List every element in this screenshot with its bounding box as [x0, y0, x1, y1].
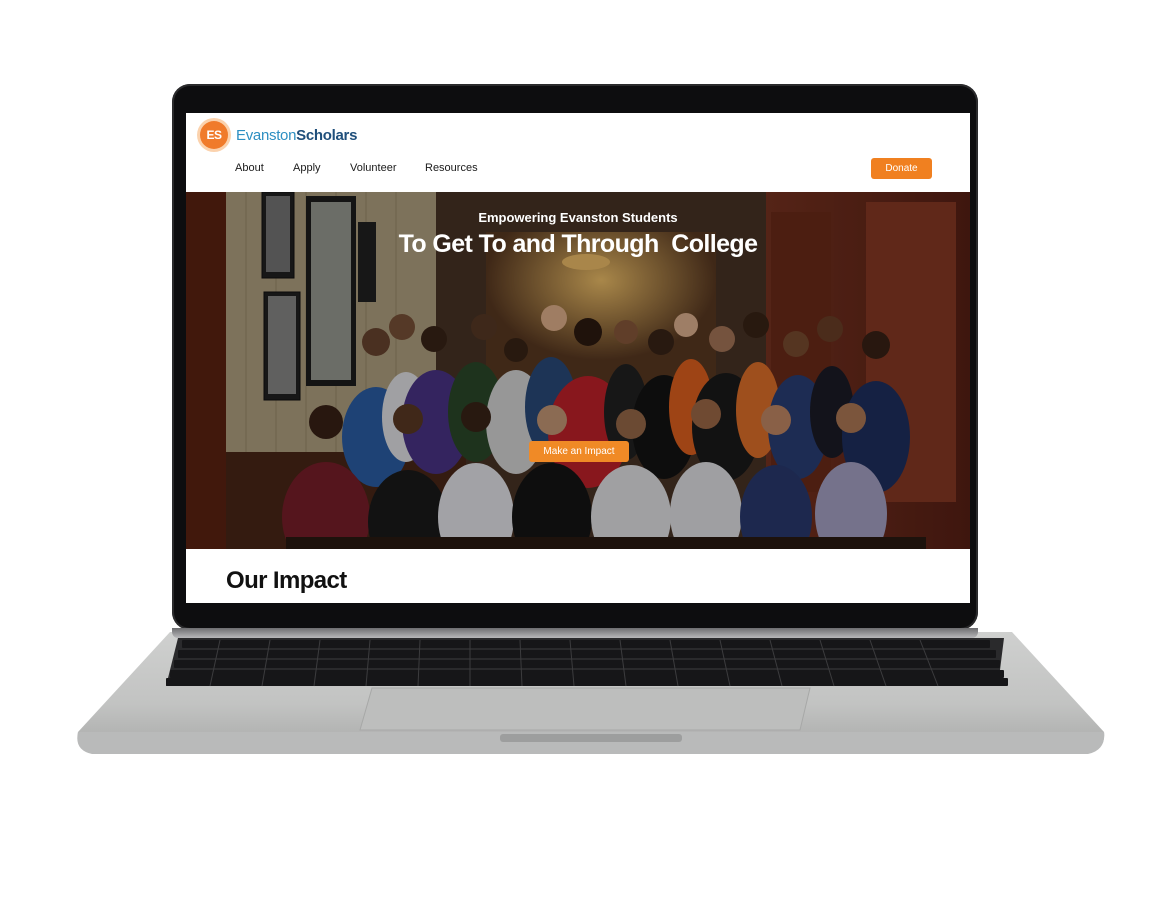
- nav-apply[interactable]: Apply: [293, 162, 321, 174]
- laptop-screen: ES EvanstonScholars About Apply Voluntee…: [186, 113, 970, 603]
- logo-text-light: Evanston: [236, 127, 297, 144]
- nav-volunteer[interactable]: Volunteer: [350, 162, 396, 174]
- site-header: ES EvanstonScholars About Apply Voluntee…: [186, 113, 970, 192]
- nav-resources[interactable]: Resources: [425, 162, 478, 174]
- hero-title: To Get To and Through College: [398, 230, 758, 258]
- logo-text-bold: Scholars: [296, 127, 358, 144]
- laptop-keyboard: [77, 632, 1105, 754]
- site-logo[interactable]: EvanstonScholars: [236, 127, 357, 144]
- make-an-impact-button[interactable]: Make an Impact: [529, 441, 629, 462]
- nav-about[interactable]: About: [235, 162, 264, 174]
- hero-subtitle: Empowering Evanston Students: [478, 210, 678, 225]
- laptop-base: [70, 630, 1110, 758]
- hero-banner: Empowering Evanston Students To Get To a…: [186, 192, 970, 549]
- donate-button[interactable]: Donate: [871, 158, 932, 179]
- our-impact-heading: Our Impact: [226, 567, 347, 594]
- laptop-hinge: [172, 628, 978, 638]
- logo-badge[interactable]: ES: [200, 121, 228, 149]
